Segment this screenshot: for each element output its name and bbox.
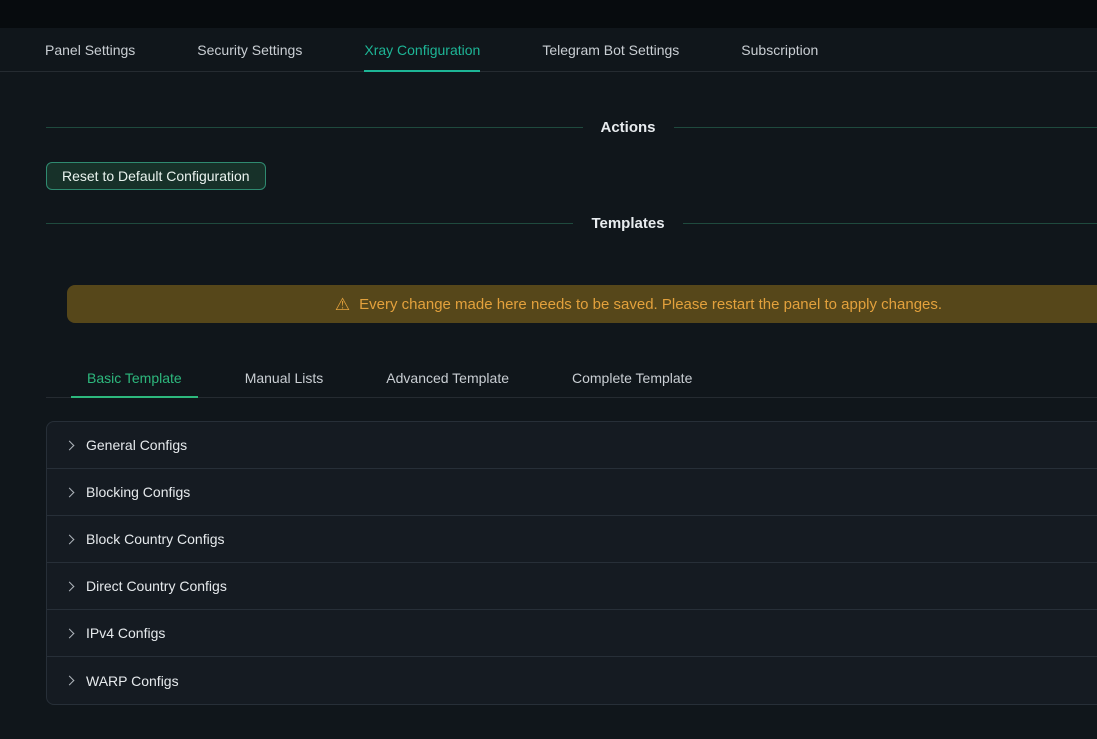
alert-message: Every change made here needs to be saved… (359, 296, 942, 313)
chevron-right-icon (65, 581, 75, 591)
collapse-item-label: WARP Configs (86, 673, 179, 689)
tab-subscription[interactable]: Subscription (741, 28, 818, 71)
tab-complete-template[interactable]: Complete Template (556, 358, 708, 397)
divider-line (46, 223, 573, 224)
divider-line (674, 127, 1097, 128)
collapse-item-label: General Configs (86, 437, 187, 453)
collapse-item-label: Direct Country Configs (86, 578, 227, 594)
template-tabs: Basic Template Manual Lists Advanced Tem… (46, 358, 1097, 398)
collapse-item-ipv4-configs[interactable]: IPv4 Configs (47, 610, 1097, 657)
chevron-right-icon (65, 487, 75, 497)
chevron-right-icon (65, 440, 75, 450)
actions-divider: Actions (46, 116, 1097, 138)
tab-content: Actions Reset to Default Configuration T… (46, 116, 1097, 705)
tab-panel-settings[interactable]: Panel Settings (45, 28, 135, 71)
tab-advanced-template[interactable]: Advanced Template (370, 358, 525, 397)
collapse-item-general-configs[interactable]: General Configs (47, 422, 1097, 469)
chevron-right-icon (65, 628, 75, 638)
tab-security-settings[interactable]: Security Settings (197, 28, 302, 71)
chevron-right-icon (65, 676, 75, 686)
divider-line (683, 223, 1097, 224)
actions-divider-title: Actions (583, 119, 674, 136)
collapse-item-direct-country-configs[interactable]: Direct Country Configs (47, 563, 1097, 610)
tab-telegram-bot-settings[interactable]: Telegram Bot Settings (542, 28, 679, 71)
top-bar (0, 0, 1097, 28)
collapse-item-label: Block Country Configs (86, 531, 225, 547)
collapse-item-label: Blocking Configs (86, 484, 190, 500)
collapse-item-block-country-configs[interactable]: Block Country Configs (47, 516, 1097, 563)
reset-default-configuration-button[interactable]: Reset to Default Configuration (46, 162, 266, 190)
templates-divider-title: Templates (573, 215, 682, 232)
page-body: Panel Settings Security Settings Xray Co… (0, 28, 1097, 705)
templates-divider: Templates (46, 212, 1097, 234)
restart-warning-alert: ⚠ Every change made here needs to be sav… (67, 285, 1097, 323)
tab-basic-template[interactable]: Basic Template (71, 358, 198, 397)
collapse-item-blocking-configs[interactable]: Blocking Configs (47, 469, 1097, 516)
chevron-right-icon (65, 534, 75, 544)
tab-xray-configuration[interactable]: Xray Configuration (364, 28, 480, 71)
config-collapse-list: General Configs Blocking Configs Block C… (46, 421, 1097, 705)
collapse-item-warp-configs[interactable]: WARP Configs (47, 657, 1097, 704)
settings-tabs: Panel Settings Security Settings Xray Co… (0, 28, 1097, 72)
warning-triangle-icon: ⚠ (335, 296, 350, 313)
collapse-item-label: IPv4 Configs (86, 625, 165, 641)
tab-manual-lists[interactable]: Manual Lists (229, 358, 340, 397)
xray-settings-page: Panel Settings Security Settings Xray Co… (0, 0, 1097, 739)
divider-line (46, 127, 583, 128)
